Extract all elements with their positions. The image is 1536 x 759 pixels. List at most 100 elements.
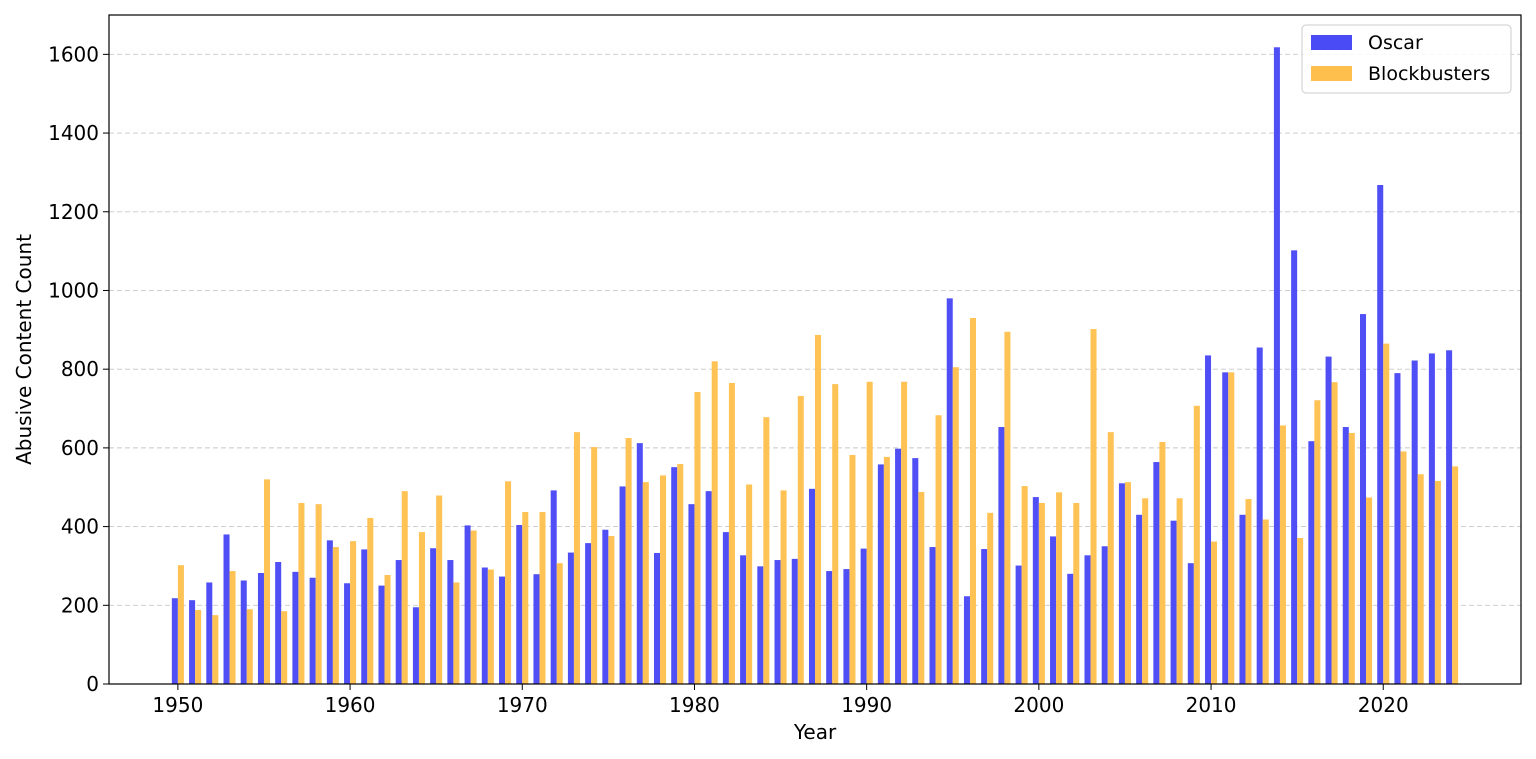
bar-blockbusters-1972 [556,563,563,684]
bar-oscar-1964 [412,607,419,684]
bar-blockbusters-2005 [1124,482,1131,684]
bar-blockbusters-1991 [883,456,890,684]
bar-oscar-1998 [998,427,1005,684]
y-tick-label: 600 [61,436,99,460]
bar-blockbusters-2009 [1193,405,1200,684]
bar-oscar-1977 [636,443,643,684]
bar-oscar-2003 [1084,555,1091,684]
x-tick-label: 2000 [1013,693,1064,717]
bar-oscar-2022 [1411,360,1418,684]
bar-oscar-2004 [1101,546,1108,684]
bar-blockbusters-2022 [1417,474,1424,684]
bar-blockbusters-1968 [487,569,494,684]
bar-blockbusters-1951 [195,610,202,684]
bar-oscar-1987 [808,488,815,684]
bar-blockbusters-1969 [505,481,512,684]
bar-oscar-1980 [688,504,695,684]
x-tick-label: 1980 [669,693,720,717]
bar-oscar-1956 [275,562,282,684]
bar-blockbusters-2023 [1434,480,1441,684]
bar-oscar-2024 [1446,350,1453,684]
bar-oscar-1978 [653,552,661,684]
y-tick-label: 0 [86,672,99,696]
bar-oscar-2015 [1291,250,1298,685]
bar-blockbusters-2024 [1452,466,1459,684]
bar-blockbusters-1966 [453,582,460,684]
bar-oscar-1960 [344,583,351,684]
x-tick-label: 1990 [841,693,892,717]
x-tick-label: 1970 [497,693,548,717]
y-tick-label: 1000 [48,278,99,302]
y-tick-label: 400 [61,515,99,539]
bar-blockbusters-2017 [1331,382,1338,684]
chart-container: 1950 1960 1970 1980 1990 2000 2010 2020 0 200 400… [0,0,1536,759]
bar-blockbusters-1988 [832,384,839,684]
bar-blockbusters-1952 [212,615,219,684]
bar-blockbusters-1971 [539,512,546,684]
bar-blockbusters-1984 [763,417,770,684]
y-axis-title: Abusive Content Count [12,234,36,465]
bar-blockbusters-1986 [797,395,804,684]
bar-blockbusters-1974 [591,447,598,684]
bar-oscar-2019 [1359,314,1367,684]
bar-oscar-2013 [1256,347,1263,684]
bar-oscar-1954 [240,580,247,684]
y-axis-ticks: 0 200 400 600 800 1000 1200 1400 1600 [48,42,109,696]
legend: Oscar Blockbusters [1301,24,1512,94]
bar-blockbusters-2003 [1090,329,1097,684]
bar-blockbusters-1990 [866,381,873,684]
bar-oscar-1958 [309,577,316,684]
bar-oscar-2014 [1273,47,1280,685]
bar-blockbusters-2000 [1038,502,1045,684]
bar-oscar-1966 [447,560,454,684]
bar-oscar-2021 [1394,373,1401,684]
bar-oscar-2006 [1136,514,1143,684]
bar-oscar-1991 [877,464,884,684]
bar-blockbusters-1989 [849,454,856,684]
bar-oscar-1969 [499,576,506,684]
bar-oscar-1979 [671,467,678,684]
bar-blockbusters-1977 [642,482,649,684]
bar-blockbusters-1950 [177,565,184,684]
bar-blockbusters-1992 [901,381,908,684]
x-axis-ticks: 1950 1960 1970 1980 1990 2000 2010 2020 [152,684,1409,717]
bar-blockbusters-1963 [401,491,408,684]
bar-oscar-1988 [826,571,833,684]
bar-blockbusters-1981 [711,361,718,684]
bar-oscar-1952 [206,582,213,684]
bar-oscar-1990 [860,548,867,684]
bar-blockbusters-1975 [608,536,615,684]
bar-oscar-2016 [1308,441,1315,684]
bar-oscar-1965 [430,548,437,684]
bar-blockbusters-1967 [470,530,477,684]
bar-oscar-1976 [619,486,626,684]
bar-blockbusters-2001 [1056,492,1063,684]
bar-oscar-1971 [533,574,540,684]
bar-oscar-1953 [223,534,230,684]
bar-oscar-2009 [1187,563,1194,684]
bar-oscar-1961 [361,549,368,684]
bar-oscar-1986 [791,558,798,684]
bar-blockbusters-2020 [1383,343,1390,684]
bar-blockbusters-1995 [952,367,959,684]
legend-swatch-blockbusters [1311,66,1352,81]
bar-blockbusters-2008 [1176,498,1183,684]
bar-blockbusters-2004 [1107,432,1114,684]
bar-blockbusters-2011 [1228,372,1235,684]
y-tick-label: 800 [61,357,99,381]
bar-oscar-1981 [705,491,712,684]
bar-oscar-1972 [550,490,557,684]
bar-oscar-1951 [189,600,196,684]
bar-oscar-1989 [843,569,850,684]
bar-oscar-1973 [567,552,574,684]
bar-oscar-2018 [1342,427,1349,684]
bar-blockbusters-1998 [1004,331,1011,684]
bar-oscar-1995 [946,298,953,684]
bar-oscar-1983 [740,555,747,684]
bar-oscar-2012 [1239,514,1246,684]
bar-blockbusters-1965 [436,495,443,684]
bar-oscar-2005 [1118,483,1125,684]
bar-blockbusters-2010 [1211,541,1218,684]
bar-oscar-1955 [257,573,264,684]
bar-oscar-1999 [1015,565,1022,684]
